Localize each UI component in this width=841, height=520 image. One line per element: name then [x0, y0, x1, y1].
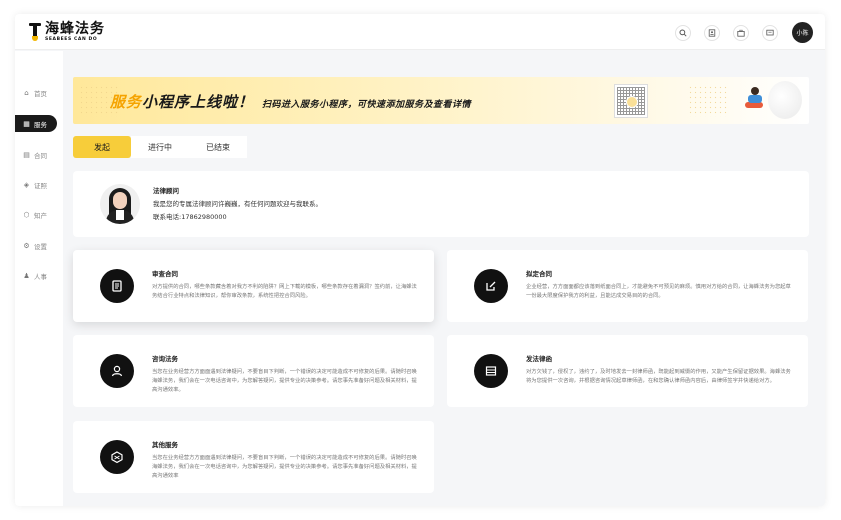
certificate-icon: ◈	[23, 180, 30, 189]
user-avatar[interactable]: 小陈	[792, 22, 813, 43]
contacts-icon[interactable]	[704, 25, 720, 41]
service-title: 发法律函	[526, 355, 552, 363]
cube-icon	[100, 440, 134, 474]
banner-illustration	[743, 87, 767, 111]
service-desc: 当您在业务经营方方面面遇到法律疑问，不要盲目下判断，一个错误的决定可能造成不可修…	[152, 369, 417, 393]
sidebar-item-label: 首页	[34, 89, 47, 98]
service-title: 咨询法务	[152, 355, 178, 363]
sidebar-item-label: 人事	[34, 272, 47, 281]
letter-icon	[474, 354, 508, 388]
grid-icon: ▦	[23, 119, 30, 128]
document-icon	[100, 269, 134, 303]
promo-banner[interactable]: 服务 小程序上线啦！ 扫码进入服务小程序，可快速添加服务及查看详情	[73, 77, 809, 124]
banner-subtitle: 扫码进入服务小程序，可快速添加服务及查看详情	[262, 100, 472, 110]
banner-title: 小程序上线啦！	[142, 93, 255, 111]
service-desc: 对方提供的合同，哪些条款藏含着对我方不利的陷阱？网上下载的模板，哪些条款存在着漏…	[152, 284, 417, 299]
sidebar-item-contract[interactable]: ▤ 合同	[15, 146, 57, 163]
service-desc: 当您在业务经营方方面面遇到法律疑问，不要盲目下判断，一个错误的决定可能造成不可修…	[152, 455, 417, 479]
top-header: 海蜂法务 SEABEES CAN DO 小陈	[15, 14, 825, 50]
ip-icon: ⬡	[23, 210, 30, 219]
sidebar-item-label: 知产	[34, 211, 47, 220]
app-window: 海蜂法务 SEABEES CAN DO 小陈 ⌂ 首页 ▦ 服务 ▤ 合同 ◈ …	[15, 14, 825, 506]
edit-icon	[474, 269, 508, 303]
advisor-phone: 联系电话:17862980000	[153, 213, 227, 221]
logo-mark-icon	[29, 22, 41, 42]
sidebar-item-hr[interactable]: ♟ 人事	[15, 267, 57, 284]
service-card-consult[interactable]: 咨询法务 当您在业务经营方方面面遇到法律疑问，不要盲目下判断，一个错误的决定可能…	[73, 335, 434, 407]
sidebar-item-service[interactable]: ▦ 服务	[15, 115, 57, 132]
person-icon: ♟	[23, 271, 30, 280]
service-desc: 企业经营，方方面面都应该落到纸面合同上，才能避免不可预见的麻烦。慎用对方给的合同…	[526, 284, 791, 299]
banner-decoration	[768, 81, 802, 119]
status-tabs: 发起 进行中 已结束	[73, 136, 247, 158]
advisor-title: 法律顾问	[153, 187, 179, 195]
service-card-review-contract[interactable]: 审查合同 对方提供的合同，哪些条款藏含着对我方不利的陷阱？网上下载的模板，哪些条…	[73, 250, 434, 322]
home-icon: ⌂	[24, 88, 29, 97]
banner-highlight: 服务	[110, 93, 143, 111]
tab-in-progress[interactable]: 进行中	[131, 136, 189, 158]
service-title: 审查合同	[152, 270, 178, 278]
contract-icon: ▤	[23, 150, 30, 159]
advisor-avatar	[100, 184, 140, 224]
sidebar-item-label: 服务	[34, 120, 47, 129]
sidebar-item-settings[interactable]: ⚙ 设置	[15, 237, 57, 254]
service-desc: 对方欠钱了，侵权了，违约了，及时地发去一封律师函，既能起到威慑的作用，又能产生保…	[526, 369, 791, 384]
service-card-legal-letter[interactable]: 发法律函 对方欠钱了，侵权了，违约了，及时地发去一封律师函，既能起到威慑的作用，…	[447, 335, 808, 407]
advisor-card: 法律顾问 我是您的专属法律顾问许巍巍，有任何问题欢迎与我联系。 联系电话:178…	[73, 171, 809, 237]
sidebar-item-home[interactable]: ⌂ 首页	[15, 84, 57, 101]
sidebar-item-certificate[interactable]: ◈ 证照	[15, 176, 57, 193]
sidebar: ⌂ 首页 ▦ 服务 ▤ 合同 ◈ 证照 ⬡ 知产 ⚙ 设置 ♟ 人事	[15, 51, 63, 506]
briefcase-icon[interactable]	[733, 25, 749, 41]
service-card-draft-contract[interactable]: 拟定合同 企业经营，方方面面都应该落到纸面合同上，才能避免不可预见的麻烦。慎用对…	[447, 250, 808, 322]
service-title: 拟定合同	[526, 270, 552, 278]
sidebar-item-ip[interactable]: ⬡ 知产	[15, 206, 57, 223]
logo-subtitle: SEABEES CAN DO	[45, 36, 98, 42]
service-title: 其他服务	[152, 441, 178, 449]
consult-icon	[100, 354, 134, 388]
sidebar-item-label: 证照	[34, 181, 47, 190]
gear-icon: ⚙	[23, 241, 30, 250]
search-icon[interactable]	[675, 25, 691, 41]
tab-finished[interactable]: 已结束	[189, 136, 247, 158]
tab-initiate[interactable]: 发起	[73, 136, 131, 158]
service-card-other[interactable]: 其他服务 当您在业务经营方方面面遇到法律疑问，不要盲目下判断，一个错误的决定可能…	[73, 421, 434, 493]
logo[interactable]: 海蜂法务 SEABEES CAN DO	[29, 19, 105, 45]
logo-title: 海蜂法务	[45, 20, 105, 37]
sidebar-item-label: 设置	[34, 242, 47, 251]
advisor-intro: 我是您的专属法律顾问许巍巍，有任何问题欢迎与我联系。	[153, 200, 322, 208]
sidebar-item-label: 合同	[34, 151, 47, 160]
qr-code	[614, 84, 648, 118]
message-icon[interactable]	[762, 25, 778, 41]
